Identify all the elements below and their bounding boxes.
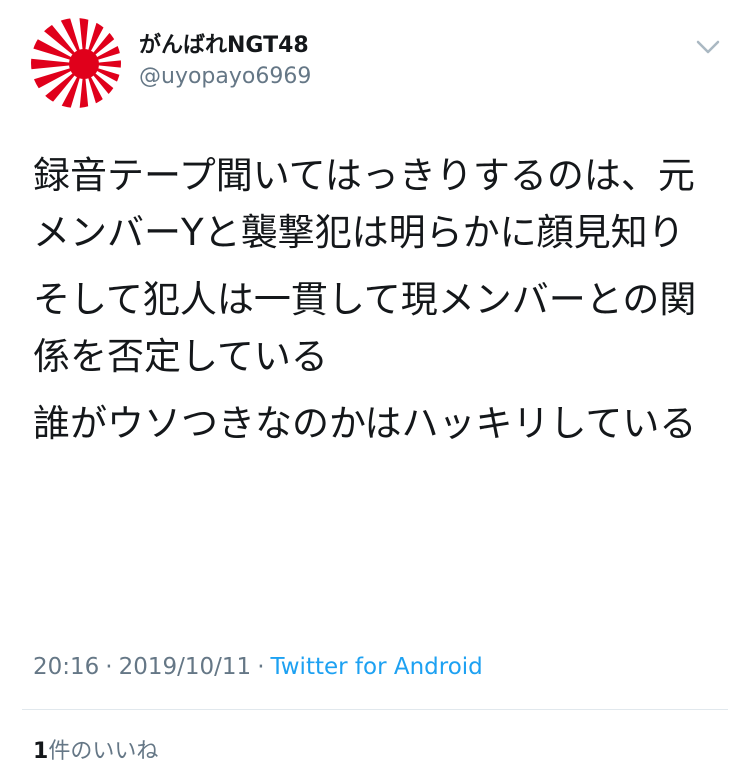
avatar[interactable] [31, 18, 121, 108]
divider [22, 709, 728, 710]
rising-sun-flag-icon [31, 18, 121, 108]
tweet-paragraph: そして犯人は一貫して現メンバーとの関係を否定している [33, 278, 697, 378]
tweet-menu-button[interactable] [694, 37, 722, 57]
likes-count: 1 [33, 739, 49, 764]
likes-link[interactable]: 1件のいいね [33, 738, 158, 766]
author-username[interactable]: @uyopayo6969 [139, 63, 311, 91]
chevron-down-icon [696, 40, 720, 54]
author-display-name[interactable]: がんばれNGT48 [139, 32, 309, 60]
likes-label: 件のいいね [48, 739, 159, 764]
tweet-paragraph: 録音テープ聞いてはっきりするのは、元メンバーYと襲撃犯は明らかに顔見知り [33, 154, 695, 254]
tweet-time: 20:16 [33, 654, 100, 680]
sun-disc [69, 49, 99, 79]
tweet-text: 録音テープ聞いてはっきりするのは、元メンバーYと襲撃犯は明らかに顔見知り そして… [33, 147, 723, 462]
tweet-paragraph: 誰がウソつきなのかはハッキリしている [33, 402, 697, 445]
meta-separator: · [257, 654, 265, 680]
tweet-detail: がんばれNGT48 @uyopayo6969 録音テープ聞いてはっきりするのは、… [0, 0, 750, 784]
tweet-source-link[interactable]: Twitter for Android [271, 654, 483, 680]
tweet-metadata: 20:16 · 2019/10/11 · Twitter for Android [33, 652, 483, 682]
meta-separator: · [105, 654, 113, 680]
tweet-date: 2019/10/11 [118, 654, 252, 680]
